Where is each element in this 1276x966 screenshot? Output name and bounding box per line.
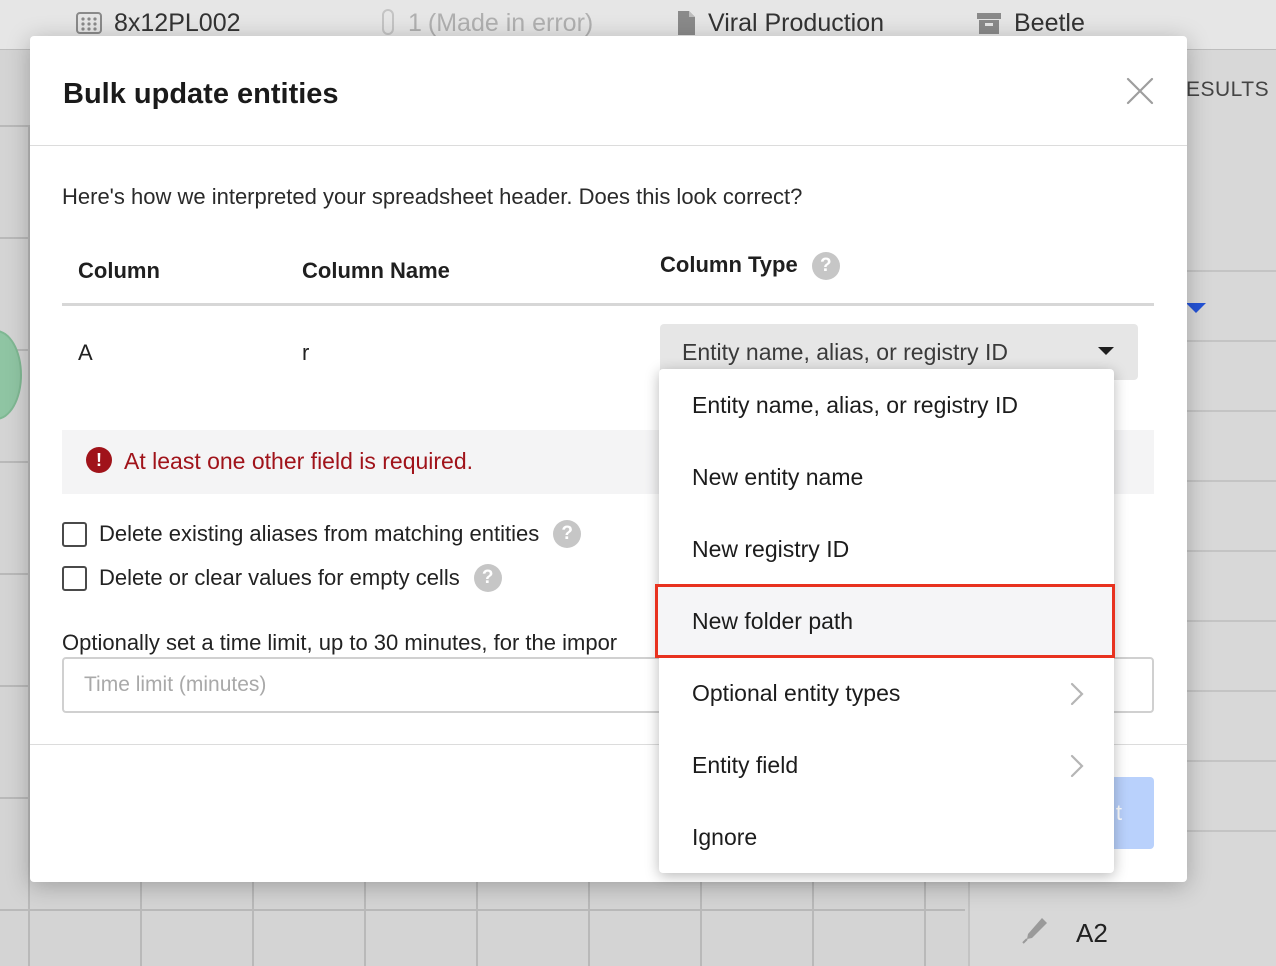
menu-item-ignore[interactable]: Ignore bbox=[659, 801, 1114, 873]
archive-box-icon bbox=[976, 11, 1002, 35]
help-icon[interactable]: ? bbox=[473, 564, 502, 592]
breadcrumb-label: Viral Production bbox=[708, 8, 885, 37]
tube-icon bbox=[380, 9, 396, 37]
column-type-header: Column Type ? bbox=[660, 252, 840, 281]
row-column-cell: A bbox=[78, 340, 93, 365]
dialog-header: Bulk update entities bbox=[30, 36, 1187, 146]
breadcrumb-tube[interactable]: 1 (Made in error) bbox=[380, 8, 593, 38]
menu-item-label: Optional entity types bbox=[692, 679, 901, 706]
menu-item-entity-name-alias-registry-id[interactable]: Entity name, alias, or registry ID bbox=[659, 369, 1114, 441]
column-header: Column bbox=[78, 258, 160, 283]
well-row[interactable]: A2 bbox=[1020, 915, 1108, 952]
clear-empty-option: Delete or clear values for empty cells ? bbox=[62, 564, 502, 592]
dropdown-caret-icon[interactable] bbox=[1186, 303, 1206, 313]
delete-aliases-label: Delete existing aliases from matching en… bbox=[99, 521, 540, 546]
row-column-name-cell: r bbox=[302, 340, 310, 365]
dialog-title: Bulk update entities bbox=[63, 78, 339, 110]
breadcrumb-label: Beetle bbox=[1014, 8, 1085, 37]
document-icon bbox=[676, 10, 696, 36]
menu-item-new-entity-name[interactable]: New entity name bbox=[659, 441, 1114, 513]
results-tab[interactable]: ESULTS bbox=[1186, 78, 1269, 102]
delete-aliases-option: Delete existing aliases from matching en… bbox=[62, 520, 582, 548]
error-message: At least one other field is required. bbox=[124, 448, 474, 474]
breadcrumb-box[interactable]: Beetle bbox=[976, 8, 1085, 38]
help-icon[interactable]: ? bbox=[811, 252, 840, 281]
menu-item-label: New folder path bbox=[692, 607, 854, 634]
well-label: A2 bbox=[1076, 918, 1108, 948]
close-icon[interactable] bbox=[1125, 76, 1155, 106]
menu-item-label: Entity name, alias, or registry ID bbox=[692, 391, 1018, 418]
pipette-icon bbox=[1020, 915, 1050, 952]
table-header-divider bbox=[62, 303, 1154, 306]
clear-empty-label: Delete or clear values for empty cells bbox=[99, 565, 460, 590]
breadcrumb-plate[interactable]: 8x12PL002 bbox=[76, 8, 241, 38]
help-icon[interactable]: ? bbox=[553, 520, 582, 548]
plate-icon bbox=[76, 10, 102, 36]
menu-item-new-folder-path[interactable]: New folder path bbox=[655, 584, 1115, 658]
menu-item-label: Entity field bbox=[692, 751, 799, 778]
menu-item-label: New entity name bbox=[692, 463, 864, 490]
column-type-header-label: Column Type bbox=[660, 252, 798, 277]
dialog-intro-text: Here's how we interpreted your spreadshe… bbox=[62, 184, 803, 209]
column-type-menu: Entity name, alias, or registry ID New e… bbox=[655, 369, 1115, 873]
chevron-right-icon bbox=[1070, 754, 1084, 784]
column-type-selected-value: Entity name, alias, or registry ID bbox=[682, 339, 1008, 365]
menu-item-optional-entity-types[interactable]: Optional entity types bbox=[659, 657, 1114, 729]
menu-item-label: Ignore bbox=[692, 823, 758, 850]
chevron-right-icon bbox=[1070, 682, 1084, 712]
breadcrumb-label: 1 bbox=[408, 8, 422, 37]
menu-item-label: New registry ID bbox=[692, 535, 850, 562]
time-limit-label: Optionally set a time limit, up to 30 mi… bbox=[62, 630, 618, 655]
menu-item-new-registry-id[interactable]: New registry ID bbox=[659, 513, 1114, 585]
breadcrumb-project[interactable]: Viral Production bbox=[676, 8, 884, 38]
results-grid-lines bbox=[1186, 270, 1276, 870]
menu-item-entity-field[interactable]: Entity field bbox=[659, 729, 1114, 801]
error-exclamation-icon: ! bbox=[86, 447, 112, 473]
clear-empty-checkbox[interactable] bbox=[62, 565, 87, 591]
breadcrumb-status: (Made in error) bbox=[427, 8, 594, 37]
breadcrumb-label: 8x12PL002 bbox=[114, 8, 241, 37]
delete-aliases-checkbox[interactable] bbox=[62, 521, 87, 547]
column-name-header: Column Name bbox=[302, 258, 450, 283]
caret-down-icon bbox=[1098, 347, 1114, 355]
